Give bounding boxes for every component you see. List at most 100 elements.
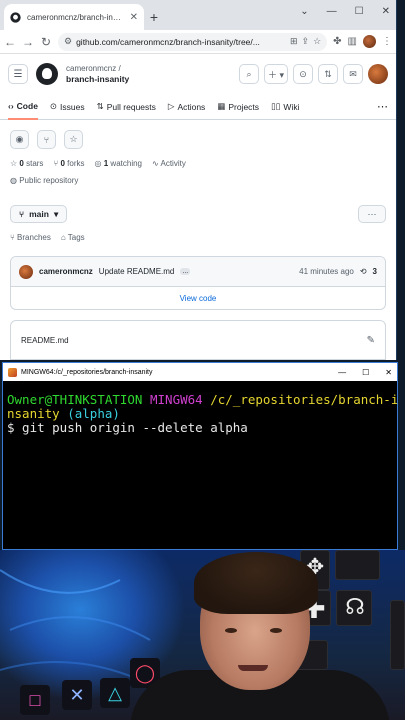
presenter-mouth (238, 665, 268, 671)
presenter-eye (270, 628, 282, 633)
url-text: github.com/cameronmcnz/branch-insanity/t… (76, 36, 260, 47)
github-logo-icon[interactable] (36, 63, 58, 85)
extensions-icon[interactable]: ✤ (333, 36, 341, 47)
commit-author[interactable]: cameronmcnz (39, 267, 93, 276)
terminal-title-bar: MINGW64:/c/_repositories/branch-insanity… (3, 363, 397, 381)
prompt-path: /c/_repositories/branch-i (210, 392, 398, 407)
tab-actions[interactable]: ▷ Actions (168, 94, 205, 120)
tab-label: Code (16, 100, 38, 111)
github-header: ☰ cameronmcnz / branch-insanity ⌕ ＋ ▾ ⊙ … (0, 54, 396, 94)
repo-name-link[interactable]: branch-insanity (66, 74, 129, 85)
bookmark-star-icon[interactable]: ☆ (313, 36, 321, 47)
site-info-icon[interactable]: ⚙ (64, 36, 72, 47)
install-icon[interactable]: ⊞ (290, 36, 298, 47)
commit-count[interactable]: 3 (373, 267, 377, 276)
commit-expand-button[interactable]: ... (180, 268, 191, 275)
branch-row: ⑂ main ▾ ⋯ (0, 205, 396, 223)
close-window-icon[interactable]: ✕ (385, 368, 392, 377)
mingw-icon (8, 367, 17, 377)
header-actions: ⌕ ＋ ▾ ⊙ ⇅ ✉ (238, 64, 388, 84)
forks-stat[interactable]: ⑂ 0 forks (53, 159, 84, 168)
commit-message[interactable]: Update README.md (99, 267, 175, 276)
terminal-output[interactable]: Owner@THINKSTATION MINGW64 /c/_repositor… (3, 381, 397, 435)
terminal-window: MINGW64:/c/_repositories/branch-insanity… (2, 362, 398, 550)
tab-label: Wiki (283, 101, 300, 112)
history-icon[interactable]: ⟲ (360, 267, 367, 276)
tag-icon: ⌂ (60, 233, 66, 242)
tags-link[interactable]: ⌂ Tags (61, 233, 85, 242)
browser-tab[interactable]: cameronmcnz/branch-insanity ✕ (4, 4, 144, 30)
visibility-label: Public repository (19, 176, 79, 185)
tab-issues[interactable]: ⊙ Issues (50, 94, 85, 120)
tab-label: Pull requests (106, 101, 156, 112)
tab-label: Actions (177, 101, 206, 112)
shelf-panel (390, 600, 405, 670)
stars-stat[interactable]: ☆ 0 stars (10, 159, 43, 168)
globe-icon: ◍ (10, 176, 17, 185)
watch-eye-icon[interactable]: ◉ (10, 130, 29, 149)
share-icon[interactable]: ⇪ (302, 36, 310, 47)
repo-nav: ‹› Code ⊙ Issues ⇅ Pull requests ▷ Actio… (0, 94, 396, 120)
prompt-host: MINGW64 (150, 392, 203, 407)
chrome-menu-icon[interactable]: ⋮ (382, 36, 392, 47)
branch-select-button[interactable]: ⑂ main ▾ (10, 205, 68, 223)
back-arrow-icon[interactable]: ← (4, 35, 16, 49)
edit-pencil-icon[interactable]: ✎ (367, 335, 375, 346)
address-bar[interactable]: ⚙ github.com/cameronmcnz/branch-insanity… (58, 32, 328, 51)
branches-tags-links: ⑂ Branches ⌂ Tags (0, 223, 396, 252)
close-window-icon[interactable]: ✕ (382, 6, 390, 17)
search-icon[interactable]: ⌕ (238, 64, 259, 84)
user-avatar[interactable] (368, 64, 388, 84)
tab-wiki[interactable]: ▯▯ Wiki (271, 94, 299, 120)
profile-avatar[interactable] (363, 35, 376, 48)
create-new-button[interactable]: ＋ ▾ (263, 64, 288, 84)
maximize-icon[interactable]: ☐ (355, 6, 364, 17)
repo-breadcrumb: cameronmcnz / branch-insanity (66, 64, 129, 85)
minimize-icon[interactable]: — (327, 6, 337, 17)
command-line: $ git push origin --delete alpha (7, 420, 248, 435)
presenter-eye (225, 628, 237, 633)
issues-icon[interactable]: ⊙ (293, 64, 313, 84)
reload-icon[interactable]: ↻ (40, 35, 52, 49)
browser-window: cameronmcnz/branch-insanity ✕ + ⌄ — ☐ ✕ … (0, 0, 397, 360)
star-outline-icon: ☆ (10, 159, 18, 168)
repo-action-buttons: ◉ ⑂ ☆ (0, 120, 396, 155)
tab-label: Issues (60, 101, 85, 112)
tab-projects[interactable]: ▦ Projects (217, 94, 259, 120)
close-tab-icon[interactable]: ✕ (130, 12, 138, 23)
readme-title[interactable]: README.md (21, 336, 69, 345)
view-code-link[interactable]: View code (11, 287, 385, 309)
commit-time: 41 minutes ago (299, 267, 354, 276)
star-icon[interactable]: ☆ (64, 130, 83, 149)
chevron-down-icon: ▾ (53, 208, 59, 219)
table-icon: ▦ (217, 101, 226, 111)
minimize-icon[interactable]: — (338, 368, 346, 377)
activity-link[interactable]: ∿ Activity (152, 159, 186, 168)
watching-stat[interactable]: ◎ 1 watching (95, 159, 142, 168)
hamburger-menu-icon[interactable]: ☰ (8, 64, 28, 84)
tab-title: cameronmcnz/branch-insanity (27, 12, 124, 22)
pull-requests-icon[interactable]: ⇅ (318, 64, 338, 84)
branch-small-icon: ⑂ (10, 233, 15, 242)
more-options-icon[interactable]: ⋯ (377, 100, 388, 113)
more-actions-button[interactable]: ⋯ (358, 205, 386, 223)
tab-pull-requests[interactable]: ⇅ Pull requests (97, 94, 156, 120)
repo-owner-link[interactable]: cameronmcnz / (66, 64, 129, 74)
prompt-branch: (alpha) (67, 406, 120, 421)
commit-author-avatar[interactable] (19, 264, 33, 279)
github-favicon-icon (10, 11, 21, 23)
new-tab-button[interactable]: + (144, 4, 164, 30)
headphones-icon: ☊ (345, 594, 365, 619)
branches-link[interactable]: ⑂ Branches (10, 233, 51, 242)
fork-icon[interactable]: ⑂ (37, 130, 56, 149)
tab-search-icon[interactable]: ⌄ (300, 6, 308, 17)
webcam-feed: ✥ ✚ ☊ □ ✕ △ ◯ (0, 550, 405, 720)
tab-bar: cameronmcnz/branch-insanity ✕ + ⌄ — ☐ ✕ (0, 0, 396, 30)
side-panel-icon[interactable]: ▥ (348, 36, 357, 47)
maximize-icon[interactable]: ☐ (362, 368, 369, 377)
tab-code[interactable]: ‹› Code (8, 94, 38, 120)
inbox-icon[interactable]: ✉ (343, 64, 363, 84)
window-controls: ⌄ — ☐ ✕ (300, 6, 390, 17)
forward-arrow-icon[interactable]: → (22, 35, 34, 49)
visibility-status: ◍ Public repository (0, 172, 396, 189)
